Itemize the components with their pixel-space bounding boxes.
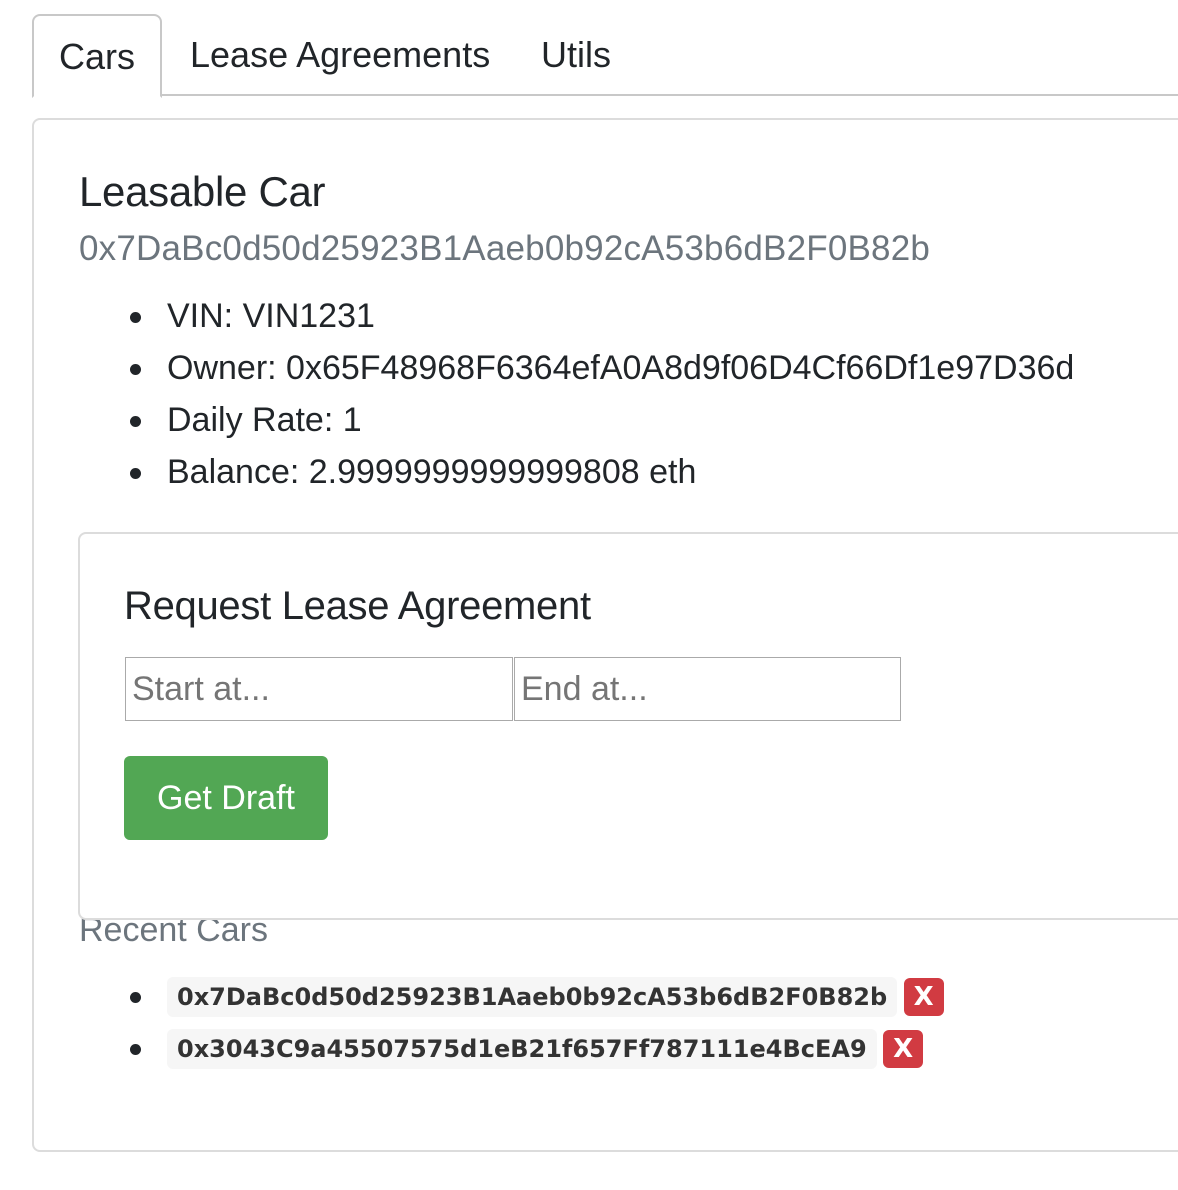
remove-recent-car-button[interactable]: X bbox=[883, 1029, 924, 1068]
car-heading: Leasable Car bbox=[79, 168, 326, 215]
car-address: 0x7DaBc0d50d25923B1Aaeb0b92cA53b6dB2F0B8… bbox=[79, 229, 931, 268]
tab-utils[interactable]: Utils bbox=[541, 14, 611, 96]
remove-recent-car-button[interactable]: X bbox=[903, 977, 944, 1016]
recent-car-address-link[interactable]: 0x3043C9a45507575d1eB21f657Ff787111e4BcE… bbox=[167, 1028, 877, 1069]
tab-cars[interactable]: Cars bbox=[32, 14, 162, 98]
car-properties-list: VIN: VIN1231 Owner: 0x65F48968F6364efA0A… bbox=[80, 290, 1074, 498]
lease-request-heading: Request Lease Agreement bbox=[124, 584, 591, 628]
car-property-vin: VIN: VIN1231 bbox=[129, 290, 1074, 342]
get-draft-button[interactable]: Get Draft bbox=[124, 756, 328, 840]
car-property-balance: Balance: 2.9999999999999808 eth bbox=[129, 446, 1074, 498]
end-date-input[interactable] bbox=[514, 657, 901, 721]
start-date-input[interactable] bbox=[125, 657, 513, 721]
tab-lease-agreements[interactable]: Lease Agreements bbox=[190, 14, 490, 96]
recent-car-address-link[interactable]: 0x7DaBc0d50d25923B1Aaeb0b92cA53b6dB2F0B8… bbox=[167, 976, 898, 1017]
tab-bar: Cars Lease Agreements Utils bbox=[32, 14, 1178, 98]
list-item: 0x3043C9a45507575d1eB21f657Ff787111e4BcE… bbox=[130, 1026, 944, 1078]
car-property-daily-rate: Daily Rate: 1 bbox=[129, 394, 1074, 446]
car-property-owner: Owner: 0x65F48968F6364efA0A8d9f06D4Cf66D… bbox=[129, 342, 1074, 394]
list-item: 0x7DaBc0d50d25923B1Aaeb0b92cA53b6dB2F0B8… bbox=[130, 974, 944, 1026]
recent-cars-list: 0x7DaBc0d50d25923B1Aaeb0b92cA53b6dB2F0B8… bbox=[80, 974, 944, 1078]
